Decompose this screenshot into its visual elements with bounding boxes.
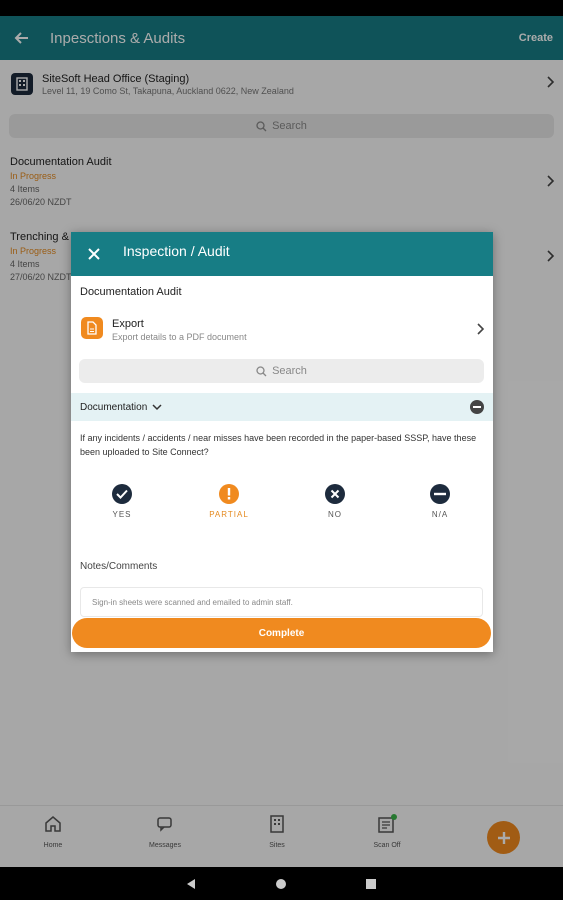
notes-field[interactable]: Sign-in sheets were scanned and emailed …: [80, 587, 483, 617]
exclamation-icon: [219, 484, 239, 504]
option-na[interactable]: N/A: [400, 484, 480, 519]
inspection-audit-dialog: Inspection / Audit Documentation Audit E…: [71, 232, 493, 652]
question-text: If any incidents / accidents / near miss…: [80, 433, 477, 457]
back-triangle-icon[interactable]: [185, 878, 197, 890]
answer-options: YES PARTIAL NO N/A: [71, 484, 493, 524]
chevron-right-icon: [477, 322, 485, 340]
export-title: Export: [112, 318, 144, 330]
complete-button[interactable]: Complete: [72, 618, 491, 648]
chevron-down-icon: [152, 403, 162, 410]
x-icon: [325, 484, 345, 504]
option-label: N/A: [431, 510, 449, 519]
recents-square-icon[interactable]: [366, 879, 376, 889]
dialog-search-input[interactable]: Search: [79, 359, 484, 383]
option-yes[interactable]: YES: [82, 484, 162, 519]
option-label: YES: [112, 510, 132, 519]
collapse-icon[interactable]: [470, 400, 484, 414]
dialog-subtitle: Documentation Audit: [80, 286, 182, 298]
option-no[interactable]: NO: [295, 484, 375, 519]
search-icon: [256, 365, 267, 376]
dialog-header: Inspection / Audit: [71, 232, 493, 276]
option-label: NO: [328, 510, 342, 519]
home-circle-icon[interactable]: [275, 878, 287, 890]
section-label: Documentation: [80, 401, 148, 413]
option-label: PARTIAL: [209, 510, 249, 519]
export-row[interactable]: Export Export details to a PDF document: [71, 314, 493, 346]
status-bar: [0, 0, 563, 16]
section-header[interactable]: Documentation: [71, 393, 493, 421]
option-partial[interactable]: PARTIAL: [189, 484, 269, 519]
check-icon: [112, 484, 132, 504]
dialog-title: Inspection / Audit: [123, 243, 230, 259]
close-icon[interactable]: [83, 243, 105, 265]
export-description: Export details to a PDF document: [112, 332, 247, 342]
system-navigation-bar: [0, 867, 563, 900]
notes-label: Notes/Comments: [80, 561, 158, 572]
minus-icon: [430, 484, 450, 504]
pdf-file-icon: [81, 317, 103, 339]
search-placeholder: Search: [272, 365, 307, 377]
